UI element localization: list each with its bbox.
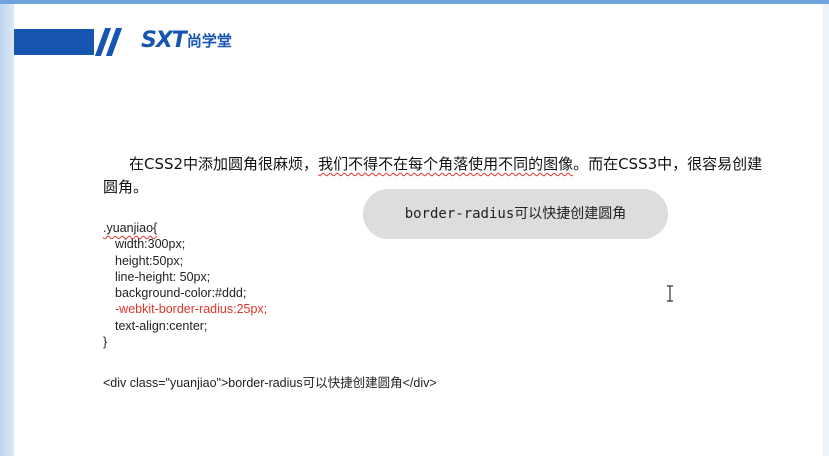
css-height: height:50px; <box>115 253 184 268</box>
window-left-edge <box>0 4 14 456</box>
css-text-align: text-align:center; <box>115 318 208 333</box>
intro-text-1: 在CSS2中添加圆角很麻烦， <box>129 155 319 173</box>
window-top-edge <box>0 0 829 4</box>
brand-logo: SXT尚学堂 <box>141 28 232 58</box>
window-right-edge <box>823 4 829 456</box>
css-webkit-radius: -webkit-border-radius:25px; <box>115 302 268 317</box>
css-width: width:300px; <box>115 237 186 252</box>
css-background: background-color:#ddd; <box>115 286 247 301</box>
css-line-height: line-height: 50px; <box>115 269 211 284</box>
banner-bar <box>14 29 94 55</box>
css-code-block: .yuanjiao{ width:300px; height:50px; lin… <box>103 220 267 350</box>
css-selector: .yuanjiao{ <box>103 221 158 235</box>
logo-sxt-text: SXT <box>141 28 187 53</box>
css-close-brace: } <box>103 335 108 350</box>
header-banner <box>14 26 123 58</box>
text-cursor-icon <box>667 285 673 302</box>
intro-text-2-spellcheck: 我们不得不在每个角落使用不同的图像 <box>318 155 574 173</box>
rounded-demo-box: border-radius可以快捷创建圆角 <box>363 189 668 239</box>
logo-chinese-name: 尚学堂 <box>186 32 232 50</box>
html-code-line: <div class="yuanjiao">border-radius可以快捷创… <box>103 376 437 390</box>
